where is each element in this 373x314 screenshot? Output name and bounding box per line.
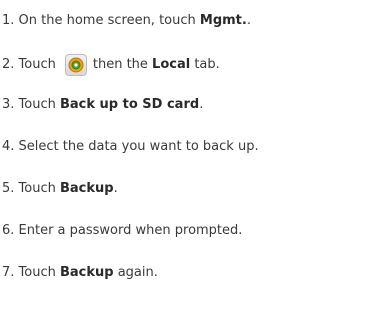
step-2-prefix: 2. Touch <box>2 57 56 72</box>
step-6-text: 6. Enter a password when prompted. <box>2 223 243 238</box>
step-3-bold: Back up to SD card <box>59 97 200 112</box>
step-4-text: 4. Select the data you want to back up. <box>2 139 259 154</box>
step-2-bold: Local <box>152 57 191 72</box>
step-2-middle: then the <box>92 57 153 72</box>
step-1: 1. On the home screen, touch Mgmt.. <box>2 12 251 30</box>
step-3: 3. Touch Back up to SD card. <box>2 96 203 114</box>
step-5: 5. Touch Backup. <box>2 180 118 198</box>
step-2: 2. Touch then the Local tab. <box>2 54 220 76</box>
step-7-suffix: again. <box>113 265 158 280</box>
step-7-bold: Backup <box>59 265 114 280</box>
step-4: 4. Select the data you want to back up. <box>2 138 259 156</box>
step-1-suffix: . <box>246 13 251 28</box>
step-5-prefix: 5. Touch <box>2 181 60 196</box>
step-7: 7. Touch Backup again. <box>2 264 158 282</box>
step-5-bold: Backup <box>59 181 114 196</box>
step-5-suffix: . <box>113 181 118 196</box>
step-6: 6. Enter a password when prompted. <box>2 222 242 240</box>
step-7-prefix: 7. Touch <box>2 265 60 280</box>
step-1-bold: Mgmt. <box>199 13 247 28</box>
step-3-suffix: . <box>199 97 204 112</box>
step-2-suffix: tab. <box>190 57 220 72</box>
step-1-prefix: 1. On the home screen, touch <box>2 13 200 28</box>
instruction-steps: 1. On the home screen, touch Mgmt.. 2. T… <box>0 0 373 314</box>
backup-app-icon <box>64 54 87 76</box>
step-3-prefix: 3. Touch <box>2 97 60 112</box>
